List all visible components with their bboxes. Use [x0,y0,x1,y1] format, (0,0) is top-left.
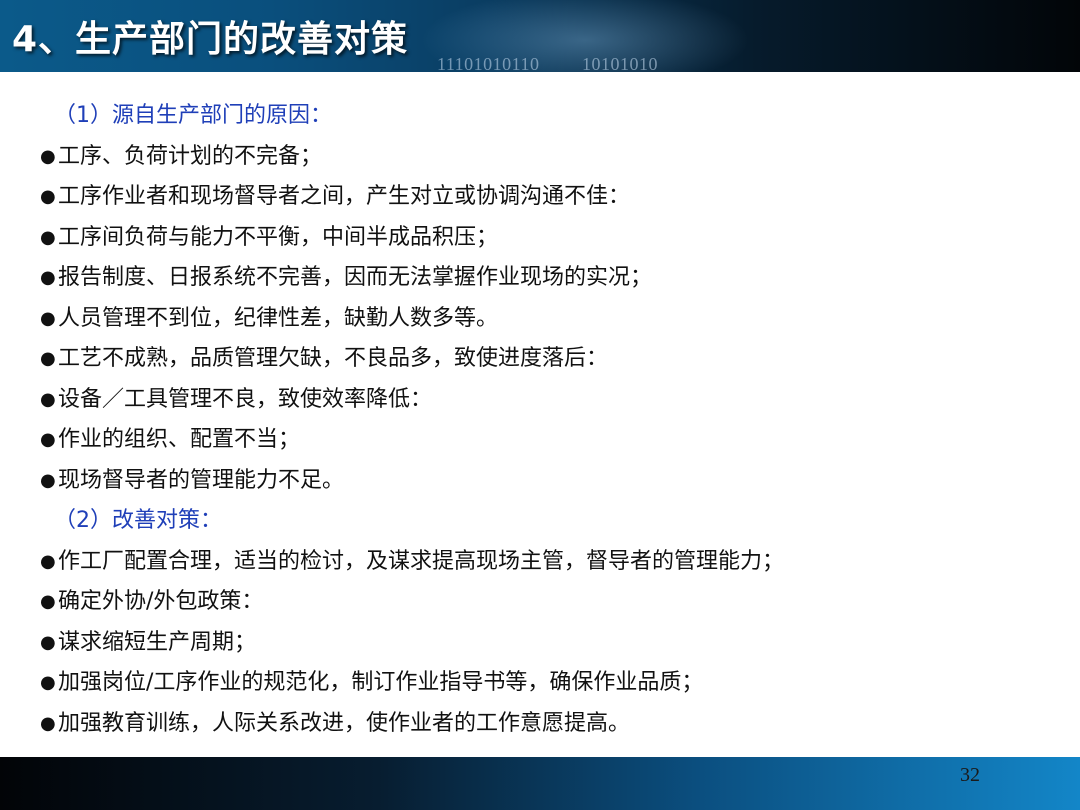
list-item-text: 加强教育训练，人际关系改进，使作业者的工作意愿提高。 [58,710,631,736]
list-item: ● 作工厂配置合理，适当的检讨，及谋求提高现场主管，督导者的管理能力； [40,542,1060,583]
bullet-icon: ● [40,631,56,653]
bullet-icon: ● [40,226,56,248]
bullet-icon: ● [40,186,56,207]
bullet-icon: ● [40,348,56,369]
binary-decoration-left: 11101010110 [437,54,540,72]
bullet-icon: ● [40,550,56,572]
slide-body: （1）源自生产部门的原因： ● 工序、负荷计划的不完备； ● 工序作业者和现场督导者之… [40,96,1060,744]
list-item: ● 作业的组织、配置不当； [40,420,1060,461]
list-item-text: 现场督导者的管理能力不足。 [58,467,345,493]
bullet-icon: ● [40,388,56,410]
list-item: ● 工序间负荷与能力不平衡，中间半成品积压； [40,218,1060,259]
list-item-text: 人员管理不到位，纪律性差，缺勤人数多等。 [58,305,499,331]
list-item-text: 报告制度、日报系统不完善，因而无法掌握作业现场的实况； [58,265,653,290]
bullet-icon: ● [40,672,56,693]
list-item: ● 人员管理不到位，纪律性差，缺勤人数多等。 [40,299,1060,340]
list-item: ● 工艺不成熟，品质管理欠缺，不良品多，致使进度落后： [40,339,1060,380]
list-item: ● 工序、负荷计划的不完备； [40,137,1060,178]
list-item-text: 加强岗位/工序作业的规范化，制订作业指导书等，确保作业品质； [58,670,704,695]
bullet-icon: ● [40,591,56,612]
list-item: ● 加强岗位/工序作业的规范化，制订作业指导书等，确保作业品质； [40,663,1060,704]
list-item: ● 工序作业者和现场督导者之间，产生对立或协调沟通不佳： [40,177,1060,218]
slide-title: 4、生产部门的改善对策 [12,19,409,60]
list-item-text: 作业的组织、配置不当； [58,427,301,452]
list-item: ● 现场督导者的管理能力不足。 [40,461,1060,502]
bullet-icon: ● [40,429,56,450]
bullet-icon: ● [40,307,56,329]
list-item: ● 谋求缩短生产周期； [40,623,1060,664]
list-item-text: 工序间负荷与能力不平衡，中间半成品积压； [58,224,499,250]
countermeasures-list: ● 作工厂配置合理，适当的检讨，及谋求提高现场主管，督导者的管理能力； ● 确定外协/… [40,542,1060,745]
bullet-icon: ● [40,267,56,288]
list-item-text: 工艺不成熟，品质管理欠缺，不良品多，致使进度落后： [58,346,609,371]
section1-heading: （1）源自生产部门的原因： [54,103,332,128]
binary-decoration-right: 10101010 [582,54,658,72]
page-number: 32 [960,764,980,786]
title-banner: 11101010110 10101010 4、生产部门的改善对策 [0,0,1080,72]
bullet-icon: ● [40,469,56,491]
list-item-text: 谋求缩短生产周期； [58,629,257,655]
bullet-icon: ● [40,145,56,167]
list-item: ● 报告制度、日报系统不完善，因而无法掌握作业现场的实况； [40,258,1060,299]
bullet-icon: ● [40,712,56,734]
list-item: ● 加强教育训练，人际关系改进，使作业者的工作意愿提高。 [40,704,1060,745]
list-item-text: 工序作业者和现场督导者之间，产生对立或协调沟通不佳： [58,184,631,209]
list-item: ● 设备／工具管理不良，致使效率降低： [40,380,1060,421]
list-item-text: 工序、负荷计划的不完备； [58,143,323,169]
list-item-text: 设备／工具管理不良，致使效率降低： [58,386,433,412]
list-item-text: 确定外协/外包政策： [58,589,264,614]
list-item: ● 确定外协/外包政策： [40,582,1060,623]
list-item-text: 作工厂配置合理，适当的检讨，及谋求提高现场主管，督导者的管理能力； [58,548,785,574]
footer-bar [0,757,1080,810]
causes-list: ● 工序、负荷计划的不完备； ● 工序作业者和现场督导者之间，产生对立或协调沟通不佳：… [40,137,1060,502]
section2-heading: （2）改善对策： [54,508,222,533]
